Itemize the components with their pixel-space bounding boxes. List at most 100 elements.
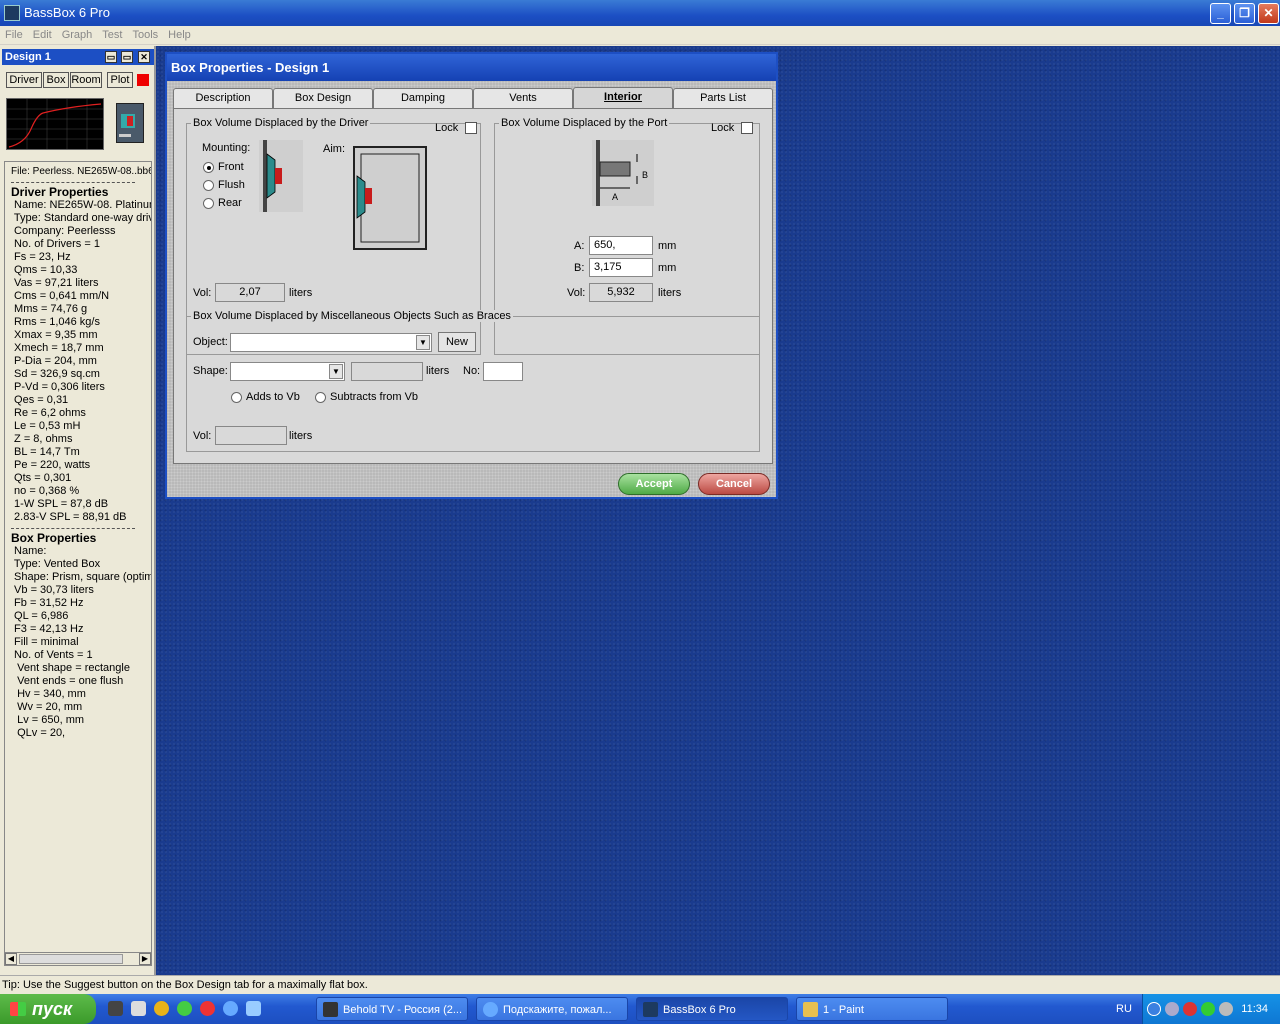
tab-vents[interactable]: Vents xyxy=(473,88,573,108)
port-lock-label: Lock xyxy=(711,122,735,134)
file-name: File: Peerless. NE265W-08..bb6 xyxy=(11,166,152,177)
property-line: Rms = 1,046 kg/s xyxy=(11,316,100,328)
quicklaunch-desktop-icon[interactable] xyxy=(246,1001,261,1016)
port-a-input[interactable]: 650, xyxy=(589,236,653,255)
task-bassbox[interactable]: BassBox 6 Pro xyxy=(636,997,788,1021)
tab-parts-list[interactable]: Parts List xyxy=(673,88,773,108)
tray-network-icon[interactable] xyxy=(1165,1002,1179,1016)
mounting-diagram-icon xyxy=(259,140,303,212)
subtracts-from-vb-radio[interactable] xyxy=(315,392,326,403)
tray-security-icon[interactable] xyxy=(1183,1002,1197,1016)
accept-button[interactable]: Accept xyxy=(618,473,690,495)
object-combo[interactable]: ▼ xyxy=(230,333,432,352)
misc-vol-label: Vol: xyxy=(193,430,212,442)
tab-description[interactable]: Description xyxy=(173,88,273,108)
tab-driver[interactable]: Driver xyxy=(6,72,42,88)
tab-damping[interactable]: Damping xyxy=(373,88,473,108)
tab-interior[interactable]: Interior xyxy=(573,87,673,109)
property-line: Fill = minimal xyxy=(11,636,79,648)
close-button[interactable]: ✕ xyxy=(1258,3,1279,24)
menu-test[interactable]: Test xyxy=(97,26,127,44)
response-thumbnail[interactable] xyxy=(6,98,104,150)
task-browser[interactable]: Подскажите, пожал... xyxy=(476,997,628,1021)
plot-color-indicator[interactable] xyxy=(137,74,149,86)
tray-app-icon[interactable] xyxy=(1201,1002,1215,1016)
quicklaunch-ie-icon[interactable] xyxy=(223,1001,238,1016)
mount-flush-radio[interactable] xyxy=(203,180,214,191)
language-indicator[interactable]: RU xyxy=(1116,994,1132,1024)
quicklaunch-opera-icon[interactable] xyxy=(200,1001,215,1016)
ie-icon xyxy=(483,1002,498,1017)
port-a-unit: mm xyxy=(658,240,677,252)
new-object-button[interactable]: New xyxy=(438,332,476,352)
scroll-right-icon[interactable]: ▶ xyxy=(139,953,151,965)
response-curve-icon xyxy=(7,99,103,149)
property-line: Qms = 10,33 xyxy=(11,264,78,276)
property-line: Hv = 340, mm xyxy=(11,688,86,700)
shape-liters-unit: liters xyxy=(426,365,450,377)
port-lock-checkbox[interactable] xyxy=(741,122,753,134)
tray-expand-icon[interactable] xyxy=(1147,1002,1161,1016)
menu-graph[interactable]: Graph xyxy=(57,26,98,44)
start-button[interactable]: пуск xyxy=(0,994,96,1024)
scroll-left-icon[interactable]: ◀ xyxy=(5,953,17,965)
horizontal-scrollbar[interactable]: ◀ ▶ xyxy=(4,952,152,966)
tab-box[interactable]: Box xyxy=(43,72,69,88)
port-diagram-icon: B A xyxy=(592,140,654,206)
port-a-letter: A xyxy=(612,192,618,202)
menu-edit[interactable]: Edit xyxy=(28,26,57,44)
adds-to-vb-radio[interactable] xyxy=(231,392,242,403)
box-properties-dialog: Box Properties - Design 1 Description Bo… xyxy=(165,52,778,499)
shape-combo[interactable]: ▼ xyxy=(230,362,345,381)
app-titlebar: BassBox 6 Pro _ ❐ ✕ xyxy=(0,0,1280,26)
quicklaunch-chrome-icon[interactable] xyxy=(154,1001,169,1016)
quicklaunch-app-icon[interactable] xyxy=(108,1001,123,1016)
aim-diagram-icon xyxy=(353,146,427,250)
box-thumbnail-icon[interactable] xyxy=(116,103,144,143)
quicklaunch-flower-icon[interactable] xyxy=(177,1001,192,1016)
save-icon[interactable]: ▭ xyxy=(105,51,117,63)
menu-bar: File Edit Graph Test Tools Help xyxy=(0,26,1280,45)
menu-tools[interactable]: Tools xyxy=(127,26,163,44)
tray-volume-icon[interactable] xyxy=(1219,1002,1233,1016)
port-a-label: A: xyxy=(574,240,585,252)
task-label: BassBox 6 Pro xyxy=(663,1004,736,1016)
tab-box-design[interactable]: Box Design xyxy=(273,88,373,108)
driver-properties-header: Driver Properties xyxy=(11,185,109,199)
mount-flush-label: Flush xyxy=(218,179,245,191)
driver-lock-checkbox[interactable] xyxy=(465,122,477,134)
menu-help[interactable]: Help xyxy=(163,26,196,44)
cancel-button[interactable]: Cancel xyxy=(698,473,770,495)
port-vol-unit: liters xyxy=(658,287,682,299)
scroll-thumb[interactable] xyxy=(19,954,123,964)
tab-plot[interactable]: Plot xyxy=(107,72,133,88)
mount-front-radio[interactable] xyxy=(203,162,214,173)
driver-group-title: Box Volume Displaced by the Driver xyxy=(191,117,371,129)
driver-vol-label: Vol: xyxy=(193,287,212,299)
minimize-button[interactable]: _ xyxy=(1210,3,1231,24)
mount-rear-radio[interactable] xyxy=(203,198,214,209)
chevron-down-icon[interactable]: ▼ xyxy=(329,364,343,379)
port-b-input[interactable]: 3,175 xyxy=(589,258,653,277)
chevron-down-icon[interactable]: ▼ xyxy=(416,335,430,350)
task-behold-tv[interactable]: Behold TV - Россия (2... xyxy=(316,997,468,1021)
property-line: Name: xyxy=(11,545,47,557)
property-line: F3 = 42,13 Hz xyxy=(11,623,84,635)
design-panel: Design 1 ▭ ▭ ✕ Driver Box Room Plot File… xyxy=(0,46,156,975)
property-line: Name: NE265W-08. Platinum xyxy=(11,199,152,211)
property-line: Xmech = 18,7 mm xyxy=(11,342,104,354)
property-line: Vb = 30,73 liters xyxy=(11,584,94,596)
tab-room[interactable]: Room xyxy=(70,72,102,88)
quicklaunch-shield-icon[interactable] xyxy=(131,1001,146,1016)
misc-vol-unit: liters xyxy=(289,430,313,442)
property-line: Lv = 650, mm xyxy=(11,714,85,726)
properties-list: File: Peerless. NE265W-08..bb6 Driver Pr… xyxy=(4,161,152,961)
task-paint[interactable]: 1 - Paint xyxy=(796,997,948,1021)
count-input[interactable] xyxy=(483,362,523,381)
panel-close-icon[interactable]: ✕ xyxy=(138,51,150,63)
menu-file[interactable]: File xyxy=(0,26,28,44)
copy-icon[interactable]: ▭ xyxy=(121,51,133,63)
property-line: Company: Peerlesss xyxy=(11,225,116,237)
restore-button[interactable]: ❐ xyxy=(1234,3,1255,24)
task-label: Behold TV - Россия (2... xyxy=(343,1004,463,1016)
